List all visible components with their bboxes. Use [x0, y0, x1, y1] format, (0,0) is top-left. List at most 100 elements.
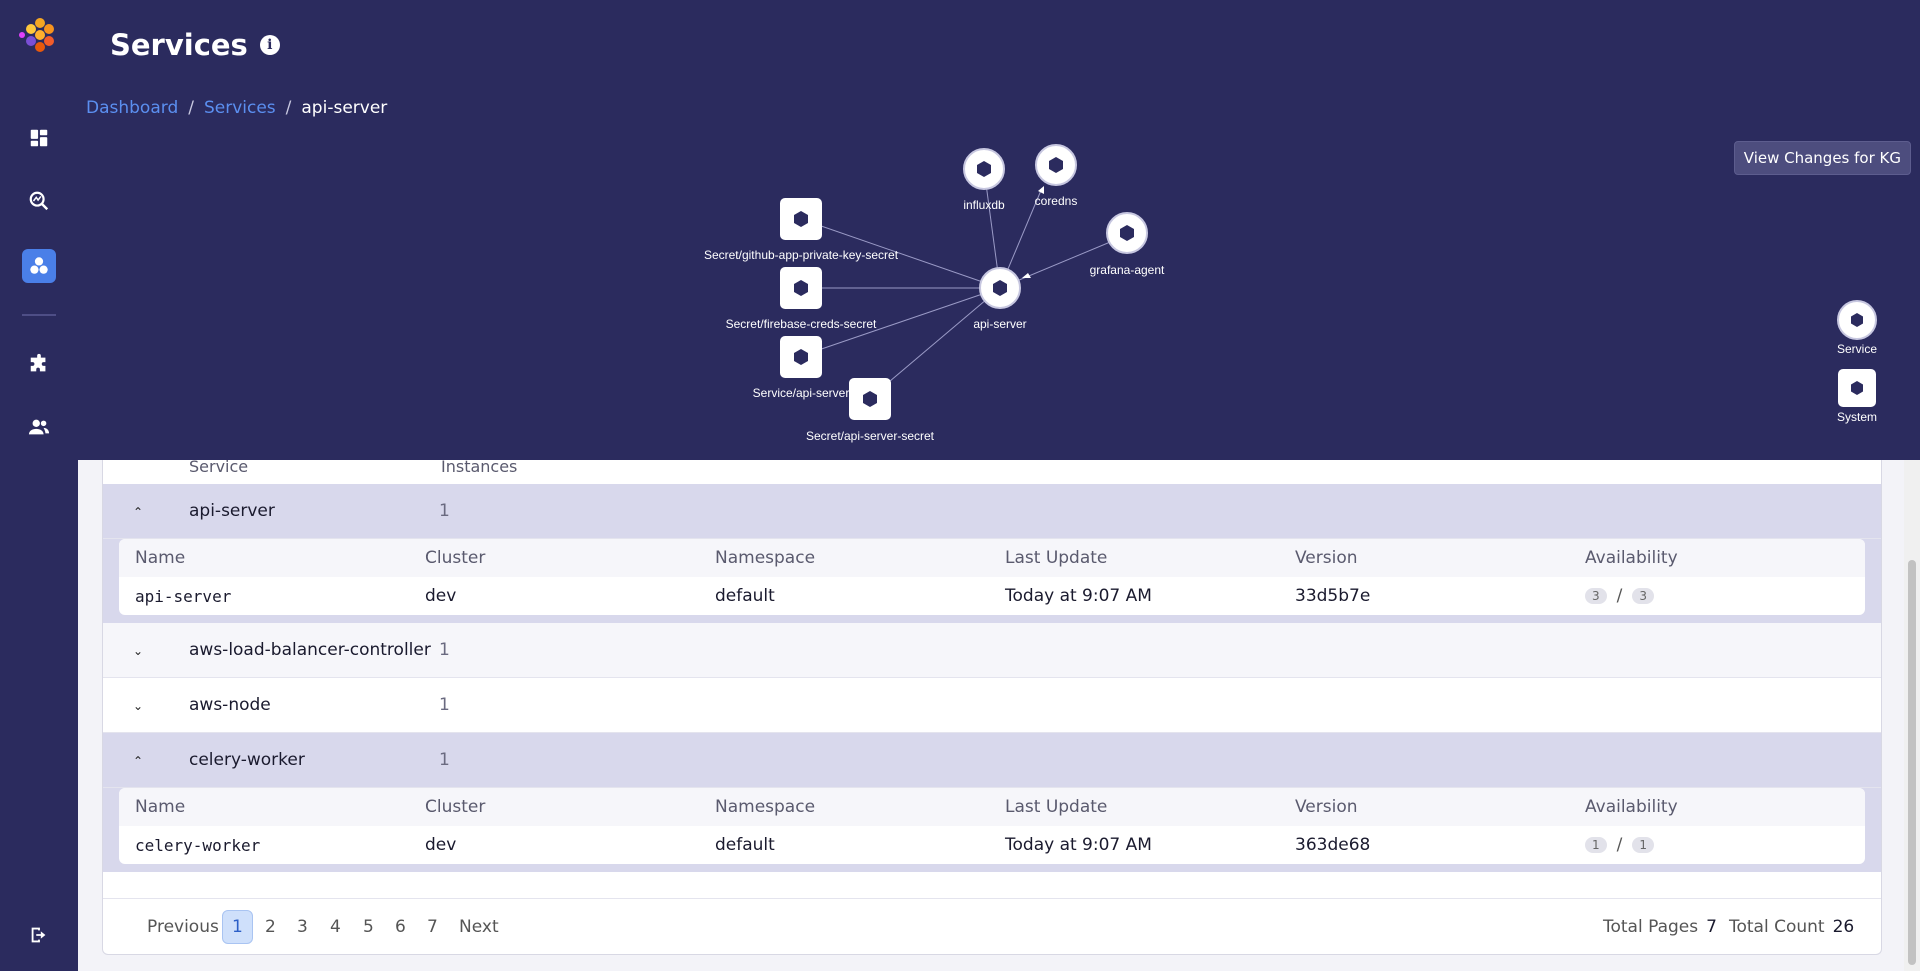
col-availability[interactable]: Availability: [1585, 797, 1678, 817]
col-cluster[interactable]: Cluster: [425, 797, 485, 817]
total-pages: Total Pages 7: [1603, 917, 1717, 937]
page-button-7[interactable]: 7: [427, 917, 438, 937]
breadcrumb-separator: /: [188, 98, 194, 118]
page-title-text: Services: [110, 28, 248, 62]
logout-icon[interactable]: [22, 918, 56, 952]
availability-separator: /: [1616, 586, 1623, 606]
table-header: Service Instances: [103, 460, 1881, 484]
group-detail: Name Cluster Namespace Last Update Versi…: [103, 788, 1881, 872]
col-cluster[interactable]: Cluster: [425, 548, 485, 568]
page-button-1[interactable]: 1: [222, 909, 253, 944]
instance-cluster: dev: [425, 835, 457, 855]
total-count-label: Total Count: [1729, 916, 1825, 937]
instance-table: Name Cluster Namespace Last Update Versi…: [119, 539, 1865, 615]
instance-version: 363de68: [1295, 835, 1371, 855]
page-button-3[interactable]: 3: [297, 917, 308, 937]
chevron-up-icon[interactable]: ⌃: [133, 505, 145, 519]
group-row-celery-worker[interactable]: ⌃ celery-worker 1: [103, 733, 1881, 788]
breadcrumb-services[interactable]: Services: [204, 98, 276, 118]
instance-table: Name Cluster Namespace Last Update Versi…: [119, 788, 1865, 864]
graph-node-api-server[interactable]: api-server: [973, 267, 1027, 331]
group-count: 1: [439, 501, 450, 521]
plugins-icon[interactable]: [22, 347, 56, 381]
instance-name[interactable]: api-server: [135, 587, 231, 606]
breadcrumb-separator: /: [285, 98, 292, 118]
app-logo[interactable]: [18, 18, 60, 60]
col-namespace[interactable]: Namespace: [715, 548, 815, 568]
services-table: Service Instances ⌃ api-server 1 Name Cl…: [102, 460, 1882, 955]
table-row[interactable]: api-server dev default Today at 9:07 AM …: [119, 577, 1865, 615]
legend-service: Service: [1837, 300, 1877, 356]
previous-button[interactable]: Previous: [147, 917, 219, 937]
instance-namespace: default: [715, 835, 775, 855]
total-pages-value: 7: [1706, 916, 1717, 937]
group-count: 1: [439, 640, 450, 660]
availability-separator: /: [1616, 835, 1623, 855]
graph-label-service-api-server: Service/api-server: [753, 386, 850, 400]
users-icon[interactable]: [22, 410, 56, 444]
total-count: Total Count 26: [1729, 917, 1854, 937]
page-scrollbar[interactable]: [1904, 460, 1920, 971]
page-title: Services i: [110, 28, 280, 62]
graph-node-coredns[interactable]: coredns: [1035, 144, 1078, 208]
chevron-down-icon[interactable]: ⌄: [133, 699, 145, 713]
col-last-update[interactable]: Last Update: [1005, 797, 1107, 817]
col-availability[interactable]: Availability: [1585, 548, 1678, 568]
services-icon[interactable]: [22, 249, 56, 283]
page-button-4[interactable]: 4: [330, 917, 341, 937]
scrollbar-thumb[interactable]: [1908, 560, 1916, 965]
group-count: 1: [439, 695, 450, 715]
col-version[interactable]: Version: [1295, 797, 1358, 817]
col-namespace[interactable]: Namespace: [715, 797, 815, 817]
pagination: Previous 1 2 3 4 5 6 7 Next Total Pages 7…: [103, 898, 1881, 954]
graph-node-firebase-secret[interactable]: Secret/firebase-creds-secret: [726, 267, 877, 331]
legend-system-label: System: [1837, 410, 1877, 424]
group-name: aws-node: [189, 695, 271, 715]
group-row-aws-node[interactable]: ⌄ aws-node 1: [103, 678, 1881, 733]
graph-node-grafana-agent[interactable]: grafana-agent: [1090, 212, 1165, 277]
total-pages-label: Total Pages: [1603, 916, 1699, 937]
services-panel: Service Instances ⌃ api-server 1 Name Cl…: [78, 460, 1904, 971]
group-row-api-server[interactable]: ⌃ api-server 1: [103, 484, 1881, 539]
col-last-update[interactable]: Last Update: [1005, 548, 1107, 568]
col-name[interactable]: Name: [135, 797, 185, 817]
breadcrumb-dashboard[interactable]: Dashboard: [86, 98, 178, 118]
page-button-5[interactable]: 5: [363, 917, 374, 937]
group-row-aws-load-balancer-controller[interactable]: ⌄ aws-load-balancer-controller 1: [103, 623, 1881, 678]
page-button-6[interactable]: 6: [395, 917, 406, 937]
graph-label-api-server-secret: Secret/api-server-secret: [806, 429, 935, 443]
column-instances[interactable]: Instances: [441, 460, 517, 476]
col-name[interactable]: Name: [135, 548, 185, 568]
sidebar: [0, 0, 78, 971]
next-button[interactable]: Next: [459, 917, 499, 937]
graph-label-firebase-secret: Secret/firebase-creds-secret: [726, 317, 877, 331]
graph-label-influxdb: influxdb: [963, 198, 1005, 212]
instance-availability: 1 / 1: [1585, 835, 1655, 855]
search-analytics-icon[interactable]: [22, 184, 56, 218]
knowledge-graph[interactable]: influxdb coredns grafana-agent api-serve…: [78, 130, 1920, 460]
instance-name[interactable]: celery-worker: [135, 836, 260, 855]
graph-node-influxdb[interactable]: influxdb: [963, 148, 1005, 212]
chevron-down-icon[interactable]: ⌄: [133, 644, 145, 658]
total-count-value: 26: [1832, 916, 1855, 937]
graph-label-api-server: api-server: [973, 317, 1026, 331]
instance-availability: 3 / 3: [1585, 586, 1655, 606]
dashboard-icon[interactable]: [22, 121, 56, 155]
graph-label-github-app-secret: Secret/github-app-private-key-secret: [704, 248, 899, 262]
availability-ready-badge: 1: [1585, 837, 1607, 853]
availability-total-badge: 3: [1632, 588, 1655, 604]
breadcrumb-current: api-server: [301, 98, 388, 118]
graph-node-service-api-server[interactable]: Service/api-server: [753, 336, 850, 400]
page-button-2[interactable]: 2: [265, 917, 276, 937]
column-service[interactable]: Service: [189, 460, 248, 476]
info-icon[interactable]: i: [259, 35, 280, 55]
instance-cluster: dev: [425, 586, 457, 606]
graph-node-github-app-secret[interactable]: Secret/github-app-private-key-secret: [704, 198, 899, 262]
legend-system: System: [1837, 369, 1877, 424]
graph-label-coredns: coredns: [1035, 194, 1078, 208]
instance-last-update: Today at 9:07 AM: [1005, 586, 1152, 606]
chevron-up-icon[interactable]: ⌃: [133, 754, 145, 768]
instance-header: Name Cluster Namespace Last Update Versi…: [119, 539, 1865, 577]
col-version[interactable]: Version: [1295, 548, 1358, 568]
table-row[interactable]: celery-worker dev default Today at 9:07 …: [119, 826, 1865, 864]
